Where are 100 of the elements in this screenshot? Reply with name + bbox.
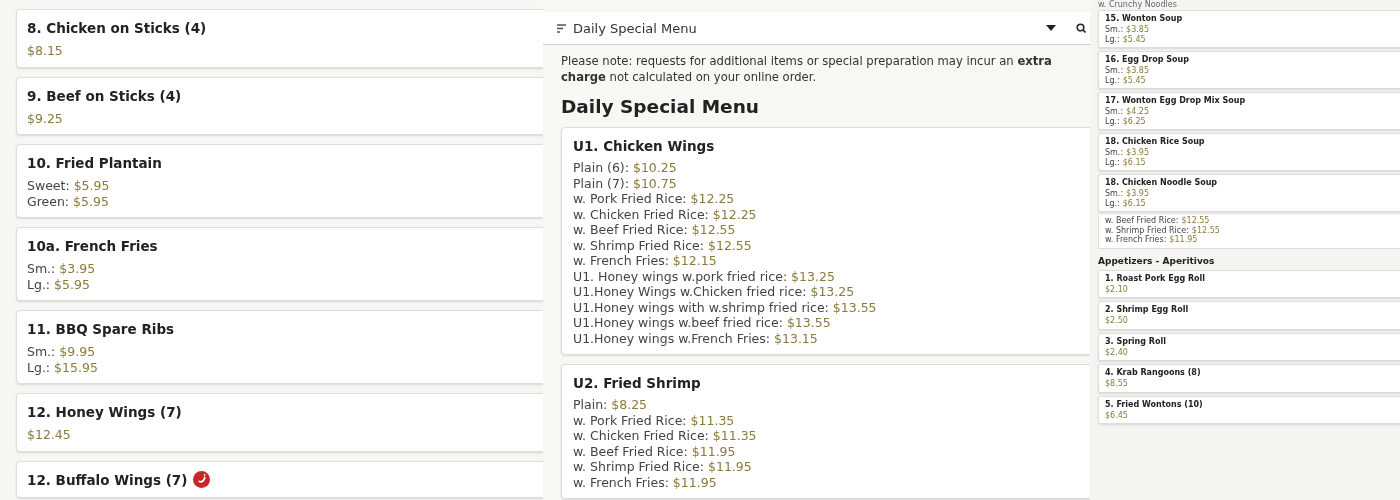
- price: $3.85: [1126, 66, 1149, 76]
- price-label: U1.Honey wings w.French Fries:: [573, 330, 771, 346]
- price-label: w. Chicken Fried Rice:: [573, 428, 709, 444]
- price: $6.25: [1122, 116, 1146, 126]
- menu-item-card[interactable]: w. Beef Fried Rice: $12.55 w. Shrimp Fried Rice: $12.55 w. French Fries: $11.95: [1098, 215, 1400, 249]
- price: $6.45: [1105, 410, 1128, 420]
- price: $6.15: [1122, 157, 1146, 167]
- header-title: Daily Special Menu: [573, 20, 698, 36]
- price-label: Lg.:: [1105, 75, 1120, 85]
- price-label: Sm.:: [27, 261, 56, 277]
- price: $3.95: [1126, 148, 1149, 158]
- price: $11.95: [708, 459, 752, 475]
- menu-item-card[interactable]: 18. Chicken Noodle Soup Sm.: $3.95 Lg.: $6.15: [1098, 174, 1400, 212]
- price: $5.95: [54, 276, 90, 292]
- price: $3.95: [59, 261, 96, 277]
- price-label: Lg.:: [27, 359, 51, 375]
- price-label: Lg.:: [1105, 116, 1120, 126]
- item-title: 1. Roast Pork Egg Roll: [1105, 273, 1206, 284]
- menu-item-card[interactable]: 8. Chicken on Sticks (4) $8.15: [16, 9, 543, 68]
- item-title: 9. Beef on Sticks (4): [27, 86, 182, 105]
- price: $2.10: [1105, 284, 1128, 294]
- chili-pepper-icon: [193, 471, 211, 488]
- item-title: 3. Spring Roll: [1105, 336, 1166, 347]
- price-label: Plain (7):: [573, 175, 629, 191]
- price-label: Green:: [27, 193, 70, 209]
- price: $13.25: [810, 284, 855, 300]
- item-title: 12. Buffalo Wings (7): [27, 470, 188, 489]
- search-icon[interactable]: [1076, 23, 1086, 33]
- price: $13.15: [774, 330, 818, 346]
- item-title: 11. BBQ Spare Ribs: [27, 320, 175, 338]
- menu-item-card[interactable]: 15. Wonton Soup Sm.: $3.85 Lg.: $5.45: [1098, 10, 1400, 48]
- price: $10.25: [632, 160, 677, 176]
- price: $8.25: [611, 397, 648, 413]
- item-title: 17. Wonton Egg Drop Mix Soup: [1105, 96, 1246, 106]
- price-label: U1. Honey wings w.pork fried rice:: [573, 268, 788, 284]
- price: $12.25: [712, 206, 757, 222]
- menu-item-card[interactable]: 11. BBQ Spare Ribs Sm.: $9.95 Lg.: $15.95: [16, 310, 543, 384]
- price: $13.55: [786, 315, 831, 331]
- price-label: U1.Honey Wings w.Chicken fried rice:: [573, 284, 807, 300]
- price: $12.25: [690, 191, 735, 207]
- price: $11.35: [690, 412, 735, 428]
- price-label: w. Shrimp Fried Rice:: [573, 237, 704, 253]
- menu-item-card[interactable]: 10. Fried Plantain Sweet: $5.95 Green: $5.95: [16, 144, 543, 218]
- price-label: Lg.:: [1105, 34, 1120, 44]
- menu-item-card[interactable]: 10a. French Fries Sm.: $3.95 Lg.: $5.95: [16, 227, 543, 301]
- menu-item-card[interactable]: 3. Spring Roll $2.40: [1098, 332, 1400, 361]
- price-label: Lg.:: [27, 276, 51, 292]
- price-label: Sm.:: [1105, 66, 1124, 76]
- price-label: w. Chicken Fried Rice:: [573, 206, 709, 222]
- price-label: U1.Honey wings with w.shrimp fried rice:: [573, 299, 829, 315]
- menu-item-card[interactable]: 4. Krab Rangoons (8) $8.55: [1098, 364, 1400, 393]
- category-header[interactable]: Daily Special Menu: [543, 12, 1090, 45]
- item-title: 4. Krab Rangoons (8): [1105, 368, 1201, 378]
- price: $12.15: [672, 253, 717, 269]
- menu-item-card[interactable]: 12. Buffalo Wings (7): [16, 460, 543, 498]
- item-title: 16. Egg Drop Soup: [1105, 55, 1189, 65]
- price: $3.95: [1126, 189, 1149, 199]
- menu-item-card[interactable]: 1. Roast Pork Egg Roll $2.10: [1098, 269, 1400, 298]
- price: $6.15: [1122, 198, 1146, 208]
- price: $10.75: [632, 175, 677, 191]
- price-label: w. Beef Fried Rice:: [1105, 216, 1179, 226]
- price: $11.35: [712, 428, 757, 444]
- menu-item-card[interactable]: U2. Fried Shrimp Plain: $8.25 w. Pork Fried Rice: $11.35 w. Chicken Fried Rice: $11.35 w. Beef Fried Rice: $11.95 w. Shrimp Fried Rice: $11.95 w. French Fries: $11.95: [561, 364, 1090, 499]
- price-label: w. Beef Fried Rice:: [573, 222, 688, 238]
- price-label: Plain:: [573, 397, 608, 413]
- menu-item-card[interactable]: 9. Beef on Sticks (4) $9.25: [16, 76, 543, 135]
- price: $8.55: [1105, 379, 1128, 389]
- item-title: 18. Chicken Rice Soup: [1105, 137, 1205, 147]
- price: $11.95: [672, 474, 717, 490]
- note-text: w. Crunchy Noodles: [1098, 0, 1178, 10]
- menu-item-card[interactable]: 18. Chicken Rice Soup Sm.: $3.95 Lg.: $6.15: [1098, 133, 1400, 171]
- price: $5.95: [73, 178, 110, 194]
- price-label: Sm.:: [1105, 189, 1124, 199]
- price-label: w. Pork Fried Rice:: [573, 412, 687, 428]
- price-label: Lg.:: [1105, 198, 1120, 208]
- price: $13.25: [791, 268, 835, 284]
- price: $2.40: [1105, 347, 1128, 357]
- menu-item-card[interactable]: 16. Egg Drop Soup Sm.: $3.85 Lg.: $5.45: [1098, 51, 1400, 89]
- caret-down-icon[interactable]: [1046, 25, 1056, 31]
- price-label: Sm.:: [27, 344, 56, 360]
- section-title: Daily Special Menu: [561, 95, 760, 119]
- menu-item-card[interactable]: 5. Fried Wontons (10) $6.45: [1098, 395, 1400, 424]
- menu-item-card[interactable]: 2. Shrimp Egg Roll $2.50: [1098, 301, 1400, 330]
- menu-item-card[interactable]: [561, 127, 1090, 355]
- item-title: 2. Shrimp Egg Roll: [1105, 305, 1189, 315]
- sort-icon: [557, 23, 567, 33]
- section-title: Appetizers - Aperitivos: [1098, 254, 1216, 267]
- price-label: w. Shrimp Fried Rice:: [573, 459, 704, 475]
- price: $5.45: [1122, 75, 1146, 85]
- item-title: U1. Chicken Wings: [573, 137, 715, 155]
- price-label: Lg.:: [1105, 157, 1120, 167]
- menu-item-card[interactable]: 17. Wonton Egg Drop Mix Soup Sm.: $4.25 Lg.: $6.25: [1098, 92, 1400, 130]
- price-label: U1.Honey wings w.beef fried rice:: [573, 315, 783, 331]
- price: $8.15: [27, 43, 63, 59]
- price: $15.95: [54, 359, 98, 375]
- item-title: 5. Fried Wontons (10): [1105, 399, 1203, 410]
- price-label: w. Pork Fried Rice:: [573, 191, 687, 207]
- menu-item-card[interactable]: 12. Honey Wings (7) $12.45: [16, 393, 543, 452]
- item-title: 18. Chicken Noodle Soup: [1105, 178, 1218, 188]
- price: $9.95: [59, 344, 96, 360]
